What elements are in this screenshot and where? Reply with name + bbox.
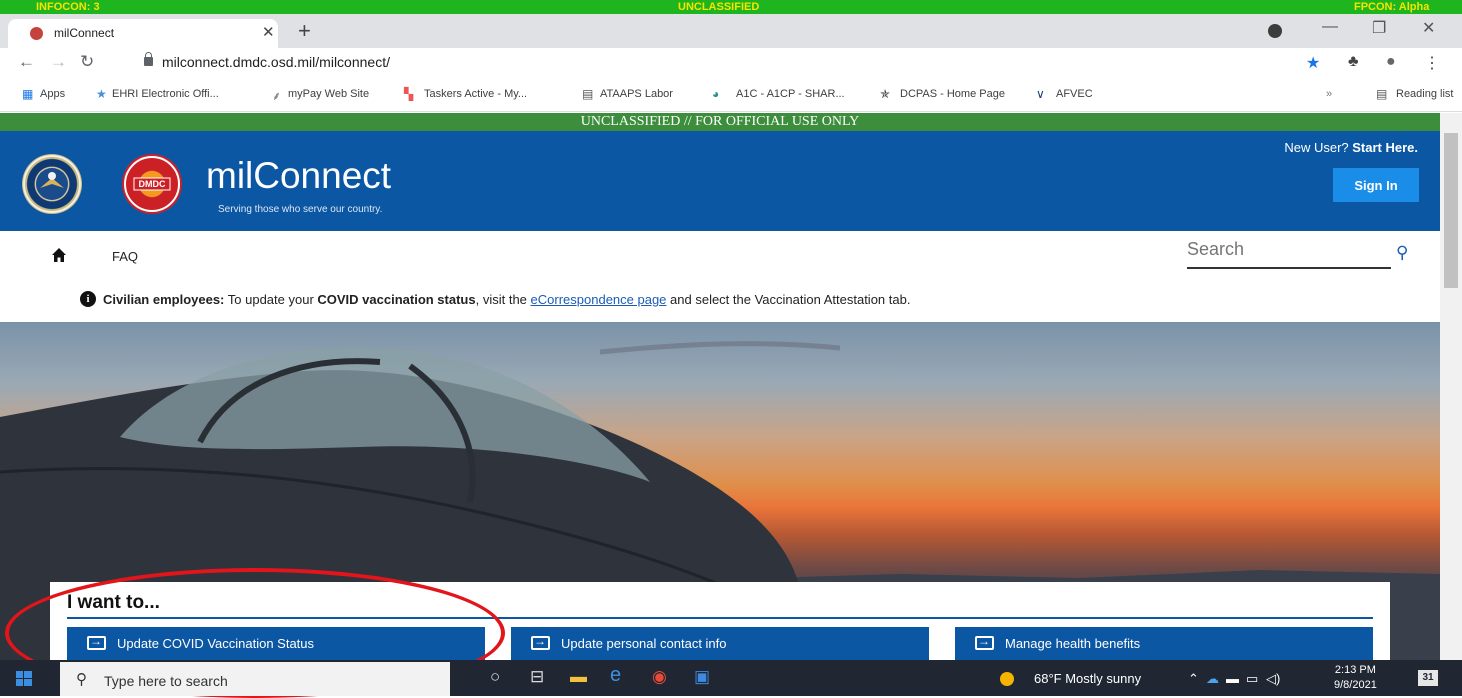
pay-icon: ⸙ bbox=[272, 89, 282, 103]
star-emblem-icon: ✯ bbox=[880, 87, 891, 101]
bookmark-ehri[interactable]: EHRI Electronic Offi... bbox=[112, 88, 219, 100]
notice-part-3: and select the Vaccination Attestation t… bbox=[666, 292, 911, 307]
bookmark-apps[interactable]: Apps bbox=[40, 88, 65, 100]
display-icon[interactable]: ▭ bbox=[1246, 671, 1258, 687]
windows-logo-icon: ▚ bbox=[404, 87, 414, 101]
classification-bar: INFOCON: 3 UNCLASSIFIED FPCON: Alpha bbox=[0, 0, 1462, 14]
close-window-icon[interactable]: ✕ bbox=[1422, 18, 1435, 38]
sharepoint-icon: ◕ bbox=[712, 87, 720, 101]
back-icon[interactable]: ← bbox=[18, 52, 35, 72]
lock-icon bbox=[144, 52, 153, 66]
bookmark-star-icon[interactable]: ★ bbox=[1306, 53, 1320, 73]
bookmark-taskers[interactable]: Taskers Active - My... bbox=[424, 88, 527, 100]
infocon-label: INFOCON: 3 bbox=[36, 1, 100, 13]
bookmarks-bar: ▦ Apps ★ EHRI Electronic Offi... ⸙ myPay… bbox=[0, 78, 1462, 112]
bookmark-dcpas[interactable]: DCPAS - Home Page bbox=[900, 88, 1005, 100]
browser-tab-strip: milConnect ✕ + — ❐ ✕ bbox=[0, 14, 1462, 48]
profile-icon[interactable]: ● bbox=[1386, 53, 1396, 71]
star-icon: ★ bbox=[96, 87, 107, 101]
new-user-text: New User? Start Here. bbox=[1284, 140, 1418, 155]
notice-part-2: , visit the bbox=[475, 292, 531, 307]
covid-notice: i Civilian employees: To update your COV… bbox=[0, 279, 1440, 322]
enter-icon bbox=[531, 634, 550, 650]
search-icon[interactable]: ⚲ bbox=[1396, 243, 1408, 263]
windows-taskbar: ⚲ Type here to search ○ ⊟ ▬ e ◉ ▣ 68°F M… bbox=[0, 660, 1462, 696]
new-tab-icon[interactable]: + bbox=[298, 18, 311, 44]
notification-center-icon[interactable]: 31 bbox=[1418, 670, 1438, 686]
internet-explorer-icon[interactable]: e bbox=[610, 664, 621, 687]
enter-icon bbox=[975, 634, 994, 650]
browser-tab[interactable]: milConnect ✕ bbox=[8, 19, 278, 48]
volume-icon[interactable]: ◁) bbox=[1266, 671, 1280, 687]
search-input[interactable] bbox=[1187, 239, 1377, 260]
bookmark-mypay[interactable]: myPay Web Site bbox=[288, 88, 369, 100]
cui-banner: UNCLASSIFIED // FOR OFFICIAL USE ONLY bbox=[0, 113, 1440, 131]
sign-in-button[interactable]: Sign In bbox=[1333, 168, 1419, 202]
search-box bbox=[1187, 239, 1391, 269]
site-favicon-icon bbox=[30, 27, 43, 40]
task-view-icon[interactable]: ⊟ bbox=[530, 667, 544, 687]
home-icon[interactable] bbox=[52, 248, 66, 262]
restore-icon[interactable]: ❐ bbox=[1372, 18, 1386, 38]
manage-health-benefits-button[interactable]: Manage health benefits bbox=[955, 627, 1373, 660]
windows-start-icon[interactable] bbox=[16, 671, 32, 686]
page-icon: ▤ bbox=[582, 87, 594, 101]
chrome-icon[interactable]: ◉ bbox=[652, 667, 667, 687]
close-tab-icon[interactable]: ✕ bbox=[262, 23, 275, 41]
outlook-icon[interactable]: ▣ bbox=[694, 667, 710, 687]
taskbar-search-text: Type here to search bbox=[104, 673, 228, 689]
start-here-link[interactable]: Start Here. bbox=[1352, 140, 1418, 155]
search-icon: ⚲ bbox=[76, 671, 87, 688]
taskbar-search[interactable]: ⚲ Type here to search bbox=[60, 662, 450, 696]
address-bar[interactable]: milconnect.dmdc.osd.mil/milconnect/ bbox=[162, 54, 390, 70]
bookmark-afvec[interactable]: AFVEC bbox=[1056, 88, 1093, 100]
bookmark-ataaps[interactable]: ATAAPS Labor bbox=[600, 88, 673, 100]
cortana-icon[interactable]: ○ bbox=[490, 667, 500, 687]
network-icon[interactable]: ▬ bbox=[1226, 671, 1239, 686]
dmdc-seal-text: DMDC bbox=[139, 179, 166, 189]
onedrive-icon[interactable]: ☁ bbox=[1206, 671, 1219, 687]
browser-toolbar: ← → ↻ milconnect.dmdc.osd.mil/milconnect… bbox=[0, 48, 1462, 78]
scrollbar-thumb[interactable] bbox=[1444, 133, 1458, 288]
clock-date: 9/8/2021 bbox=[1334, 679, 1377, 691]
taskbar-clock[interactable]: 2:13 PM 9/8/2021 bbox=[1334, 663, 1377, 693]
ecorrespondence-link[interactable]: eCorrespondence page bbox=[531, 292, 667, 307]
extensions-puzzle-icon[interactable]: ♣ bbox=[1348, 53, 1359, 71]
notice-bold: COVID vaccination status bbox=[317, 292, 476, 307]
notice-text: Civilian employees: To update your COVID… bbox=[103, 292, 910, 307]
unclassified-label: UNCLASSIFIED bbox=[678, 1, 760, 13]
site-brand[interactable]: milConnect bbox=[206, 155, 391, 197]
dmdc-seal-icon: DMDC bbox=[122, 154, 182, 214]
notice-lead: Civilian employees: bbox=[103, 292, 225, 307]
profile-dot-icon[interactable] bbox=[1268, 24, 1282, 38]
site-nav: FAQ ⚲ bbox=[0, 231, 1440, 279]
tab-title: milConnect bbox=[54, 26, 115, 40]
more-bookmarks-icon[interactable]: » bbox=[1326, 88, 1332, 100]
file-explorer-icon[interactable]: ▬ bbox=[570, 667, 587, 687]
forward-icon[interactable]: → bbox=[50, 52, 67, 72]
tray-chevron-icon[interactable]: ⌃ bbox=[1188, 671, 1199, 687]
reload-icon[interactable]: ↻ bbox=[80, 52, 94, 72]
afvec-icon: ∨ bbox=[1036, 87, 1045, 101]
notice-part-1: To update your bbox=[224, 292, 318, 307]
new-user-prefix: New User? bbox=[1284, 140, 1353, 155]
fpcon-label: FPCON: Alpha bbox=[1354, 1, 1430, 13]
dod-seal-icon bbox=[22, 154, 82, 214]
site-tagline: Serving those who serve our country. bbox=[218, 204, 383, 215]
bookmark-a1c[interactable]: A1C - A1CP - SHAR... bbox=[736, 88, 845, 100]
menu-kebab-icon[interactable]: ⋮ bbox=[1424, 53, 1440, 73]
info-icon: i bbox=[80, 291, 96, 307]
apps-grid-icon: ▦ bbox=[22, 87, 34, 101]
clock-time: 2:13 PM bbox=[1334, 664, 1376, 676]
site-header: DMDC milConnect Serving those who serve … bbox=[0, 131, 1440, 231]
action-label: Manage health benefits bbox=[1005, 636, 1141, 651]
reading-list-icon: ▤ bbox=[1376, 87, 1388, 101]
weather-sun-icon bbox=[1000, 672, 1014, 686]
reading-list-button[interactable]: Reading list bbox=[1396, 88, 1453, 100]
update-contact-info-button[interactable]: Update personal contact info bbox=[511, 627, 929, 660]
action-label: Update personal contact info bbox=[561, 636, 727, 651]
weather-text[interactable]: 68°F Mostly sunny bbox=[1034, 671, 1141, 686]
minimize-icon[interactable]: — bbox=[1322, 18, 1338, 36]
nav-faq-link[interactable]: FAQ bbox=[112, 249, 138, 264]
